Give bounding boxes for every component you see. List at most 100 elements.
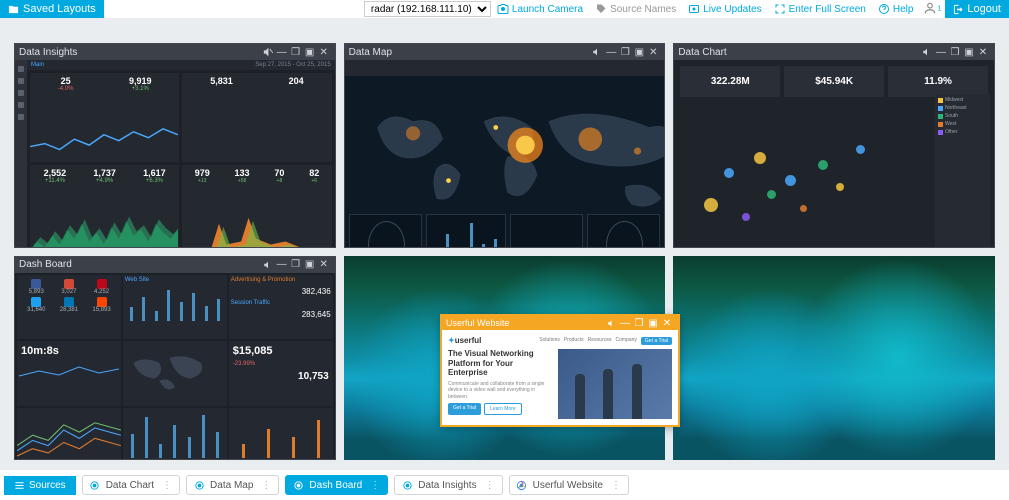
stat-value: 2,552 <box>44 168 67 178</box>
dash-body: 5,893 3,027 4,252 31,640 28,381 15,893 W… <box>15 273 335 461</box>
minimize-icon[interactable]: — <box>275 258 289 272</box>
live-updates-button[interactable]: Live Updates <box>682 0 767 18</box>
close-icon[interactable]: ✕ <box>646 45 660 59</box>
panel-data-chart[interactable]: Data Chart — ❐ ▣ ✕ 322.28M $45.94K 11.9% <box>673 43 995 248</box>
panel-titlebar[interactable]: Userful Website — ❐ ▣ ✕ <box>442 316 678 330</box>
source-chip[interactable]: Data Insights⋮ <box>394 475 502 495</box>
panel-title: Dash Board <box>19 259 261 270</box>
chip-menu-icon[interactable]: ⋮ <box>258 480 274 491</box>
window-icon[interactable]: ❐ <box>289 45 303 59</box>
insights-sidebar <box>15 60 27 247</box>
nav-link[interactable]: Resources <box>588 337 612 345</box>
host-select[interactable]: radar (192.168.111.10) <box>364 1 491 17</box>
panel-titlebar[interactable]: Data Insights — ❐ ▣ ✕ <box>15 44 335 60</box>
mute-icon[interactable] <box>604 316 618 330</box>
chip-menu-icon[interactable]: ⋮ <box>608 480 624 491</box>
maximize-icon[interactable]: ▣ <box>632 45 646 59</box>
nav-link[interactable]: Company <box>616 337 637 345</box>
source-chip[interactable]: Data Chart⋮ <box>82 475 180 495</box>
panel-title: Data Map <box>349 47 591 58</box>
user-menu-button[interactable]: 1 <box>919 1 945 18</box>
dash-card-title: Advertising & Promotion <box>229 275 333 285</box>
sidebar-nav-icon[interactable] <box>18 102 24 108</box>
chip-menu-icon[interactable]: ⋮ <box>159 480 175 491</box>
fullscreen-label: Enter Full Screen <box>789 4 866 15</box>
maximize-icon[interactable]: ▣ <box>303 258 317 272</box>
mute-icon[interactable] <box>920 45 934 59</box>
map-globe-widget <box>349 214 422 248</box>
dash-map <box>123 341 227 406</box>
minimize-icon[interactable]: — <box>934 45 948 59</box>
stat-value: 1,617 <box>143 168 166 178</box>
website-nav: Solutions Products Resources Company Get… <box>539 337 672 345</box>
live-updates-label: Live Updates <box>703 4 761 15</box>
chip-label: Userful Website <box>533 480 603 491</box>
minimize-icon[interactable]: — <box>604 45 618 59</box>
logout-icon <box>953 4 964 15</box>
minimize-icon[interactable]: — <box>275 45 289 59</box>
close-icon[interactable]: ✕ <box>660 316 674 330</box>
source-chip[interactable]: Userful Website ⋮ <box>509 475 629 495</box>
chip-menu-icon[interactable]: ⋮ <box>367 480 383 491</box>
dash-big-money: $15,085 <box>229 341 333 361</box>
panel-dash-board[interactable]: Dash Board — ❐ ▣ ✕ 5,893 3,027 4,252 31,… <box>14 256 336 461</box>
insights-card: 2,552+11.4% 1,737+4.9% 1,617+6.3% <box>30 165 179 248</box>
mute-icon[interactable] <box>261 258 275 272</box>
sources-tab[interactable]: Sources <box>4 476 76 495</box>
panel-title: Data Insights <box>19 47 261 58</box>
dash-big-count: 10,753 <box>229 367 333 386</box>
mute-icon[interactable] <box>261 45 275 59</box>
fullscreen-button[interactable]: Enter Full Screen <box>768 0 872 18</box>
source-chip[interactable]: Data Map⋮ <box>186 475 279 495</box>
map-body: 00036 <box>345 76 665 248</box>
maximize-icon[interactable]: ▣ <box>962 45 976 59</box>
logout-button[interactable]: Logout <box>945 0 1009 18</box>
sidebar-nav-icon[interactable] <box>18 90 24 96</box>
close-icon[interactable]: ✕ <box>317 45 331 59</box>
nav-link[interactable]: Products <box>564 337 584 345</box>
panel-lake-image[interactable] <box>673 256 995 461</box>
metric-box: $45.94K <box>784 66 884 97</box>
panel-titlebar[interactable]: Data Map — ❐ ▣ ✕ <box>345 44 665 60</box>
mute-icon[interactable] <box>590 45 604 59</box>
dash-time: 10m:8s <box>17 341 121 406</box>
panel-titlebar[interactable]: Data Chart — ❐ ▣ ✕ <box>674 44 994 60</box>
launch-camera-button[interactable]: Launch Camera <box>491 0 589 18</box>
chip-menu-icon[interactable]: ⋮ <box>482 480 498 491</box>
maximize-icon[interactable]: ▣ <box>646 316 660 330</box>
source-names-label: Source Names <box>610 4 676 15</box>
window-icon[interactable]: ❐ <box>632 316 646 330</box>
source-chip[interactable]: Dash Board⋮ <box>285 475 388 495</box>
dash-bars <box>123 408 227 460</box>
window-icon[interactable]: ❐ <box>618 45 632 59</box>
insights-card: 5,831 204 <box>182 73 331 162</box>
hero-cta-secondary[interactable]: Learn More <box>484 403 522 415</box>
insights-tab[interactable]: Main <box>31 62 44 68</box>
nav-cta[interactable]: Get a Trial <box>641 337 672 345</box>
stat-value: 1,737 <box>93 168 116 178</box>
panel-data-insights[interactable]: Data Insights — ❐ ▣ ✕ Main Sep 27, 20 <box>14 43 336 248</box>
panel-data-map[interactable]: Data Map — ❐ ▣ ✕ <box>344 43 666 248</box>
close-icon[interactable]: ✕ <box>976 45 990 59</box>
saved-layouts-button[interactable]: Saved Layouts <box>0 0 104 18</box>
minimize-icon[interactable]: — <box>618 316 632 330</box>
layout-canvas: Data Insights — ❐ ▣ ✕ Main Sep 27, 20 <box>0 18 1009 470</box>
window-icon[interactable]: ❐ <box>289 258 303 272</box>
camera-icon <box>497 3 509 15</box>
hero-cta-primary[interactable]: Get a Trial <box>448 403 481 415</box>
sidebar-nav-icon[interactable] <box>18 66 24 72</box>
sidebar-nav-icon[interactable] <box>18 114 24 120</box>
maximize-icon[interactable]: ▣ <box>303 45 317 59</box>
insights-card: 979+13 133+58 70+8 82+6 <box>182 165 331 248</box>
close-icon[interactable]: ✕ <box>317 258 331 272</box>
sidebar-nav-icon[interactable] <box>18 78 24 84</box>
panel-titlebar[interactable]: Dash Board — ❐ ▣ ✕ <box>15 257 335 273</box>
source-names-button[interactable]: Source Names <box>589 0 682 18</box>
window-icon[interactable]: ❐ <box>948 45 962 59</box>
help-button[interactable]: Help <box>872 0 920 18</box>
panel-userful-website[interactable]: Userful Website — ❐ ▣ ✕ ✦userful Solutio… <box>440 314 680 427</box>
list-icon <box>14 480 25 491</box>
map-bars-widget <box>426 214 505 248</box>
nav-link[interactable]: Solutions <box>539 337 560 345</box>
dash-lines <box>17 408 121 460</box>
